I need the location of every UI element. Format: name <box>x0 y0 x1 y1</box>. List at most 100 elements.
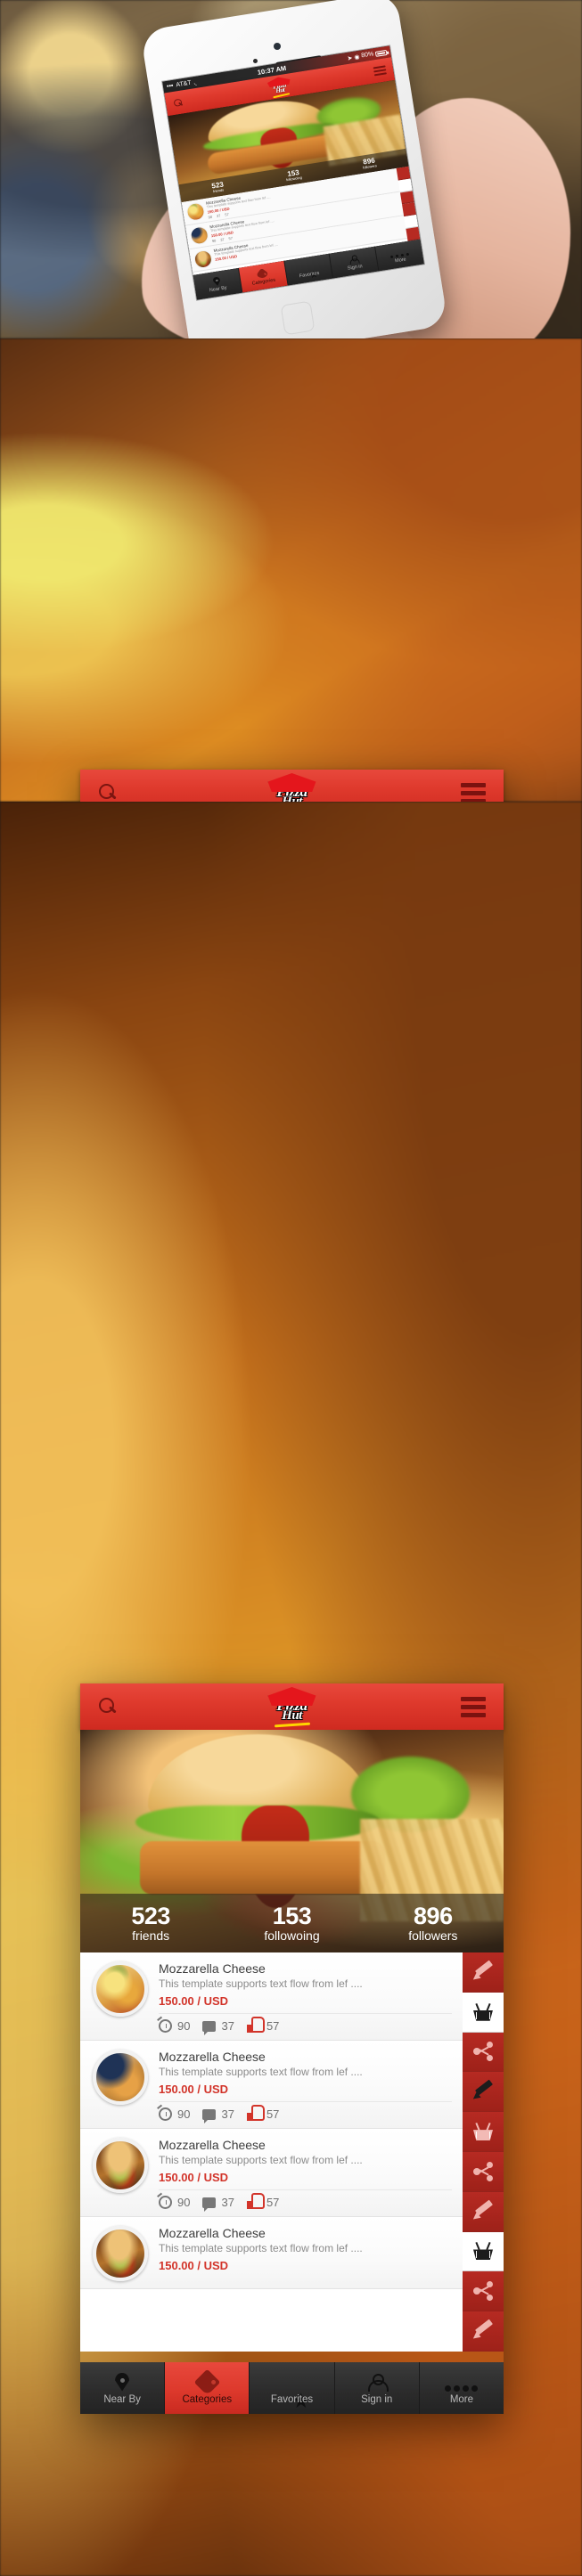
basket-action-button[interactable] <box>463 2112 504 2152</box>
location-pin-icon <box>115 2372 130 2392</box>
price-tag-icon <box>193 2368 221 2395</box>
logo-word-hut: Hut <box>282 1708 302 1723</box>
comment-bubble-icon <box>202 2197 217 2212</box>
sidebar-item-sign-in[interactable]: Sign in <box>334 2362 420 2414</box>
comment-count: 37 <box>221 2196 234 2209</box>
table-row[interactable]: Mozzarella Cheese This template supports… <box>80 1952 463 2041</box>
like-count: 57 <box>266 2019 280 2033</box>
stat-number: 896 <box>414 1903 453 1930</box>
proximity-sensor <box>252 59 258 63</box>
time-count: 90 <box>177 2196 191 2209</box>
edit-pencil-icon <box>471 2079 494 2102</box>
comment-stat: 37 <box>202 2107 234 2124</box>
star-icon: ★ <box>308 269 319 281</box>
edit-action-button[interactable] <box>463 2311 504 2352</box>
search-icon[interactable] <box>172 97 184 109</box>
item-description: This template supports text flow from le… <box>159 2154 363 2166</box>
item-meta: 90 37 57 <box>159 2189 452 2212</box>
sidebar-item-favorites[interactable]: ★ Favorites <box>250 2362 335 2414</box>
tab-label: Near By <box>103 2393 141 2405</box>
food-list-3[interactable]: Mozzarella Cheese This template supports… <box>80 1952 504 2352</box>
comment-count: 37 <box>219 237 225 242</box>
item-description: This template supports text flow from le… <box>159 1977 363 1990</box>
logo-roof-shape <box>267 773 316 792</box>
item-thumbnail <box>93 1961 148 2017</box>
sidebar-item-more[interactable]: More <box>419 2362 504 2414</box>
swipe-actions-column-3[interactable] <box>463 1952 504 2352</box>
carrier-label: AT&T <box>175 79 193 89</box>
search-icon[interactable] <box>98 1697 118 1716</box>
time-count: 90 <box>177 2107 191 2121</box>
list-rows-column[interactable]: Mozzarella Cheese This template supports… <box>80 1952 463 2352</box>
bottom-tab-bar-3[interactable]: Near By Categories ★ Favorites Sign in M… <box>80 2362 504 2414</box>
share-action-button[interactable] <box>463 2271 504 2312</box>
sidebar-item-near-by[interactable]: Near By <box>80 2362 166 2414</box>
time-count: 90 <box>211 238 217 244</box>
item-price: 150.00 / USD <box>159 2171 229 2184</box>
tab-label: More <box>394 257 407 265</box>
tab-label: Sign in <box>361 2393 393 2405</box>
comment-bubble-icon <box>202 2108 217 2124</box>
sidebar-item-categories[interactable]: Categories <box>165 2362 250 2414</box>
time-count: 90 <box>208 214 213 220</box>
comment-bubble-icon <box>202 2020 217 2035</box>
tab-label: Categories <box>251 277 276 287</box>
battery-icon <box>374 49 388 57</box>
like-count: 57 <box>228 235 234 241</box>
tab-label: More <box>449 2393 474 2405</box>
basket-action-button[interactable] <box>463 2231 504 2272</box>
hamburger-menu-icon[interactable] <box>461 782 486 802</box>
thumbs-up-icon <box>246 2017 265 2033</box>
stat-label: friends <box>132 1928 170 1943</box>
share-action-button[interactable] <box>463 2151 504 2192</box>
table-row[interactable]: Mozzarella Cheese This template supports… <box>80 2217 463 2289</box>
chicken-patty <box>139 1841 385 1895</box>
item-price: 150.00 / USD <box>159 1994 229 2008</box>
hero-mockup-panel: ▪▪▪ AT&T ◟ 10:37 AM ➤ ◉ 80% Pizza Hut <box>0 0 582 338</box>
edit-action-button[interactable] <box>463 2072 504 2113</box>
share-action-button[interactable] <box>463 2032 504 2073</box>
item-meta: 90 37 57 <box>159 2101 452 2124</box>
stat-followers: 896 followers <box>363 1903 504 1942</box>
item-description: This template supports text flow from le… <box>159 2066 363 2078</box>
home-button[interactable] <box>280 300 315 336</box>
item-description: This template supports text flow from le… <box>159 2242 363 2254</box>
item-title: Mozzarella Cheese <box>159 2226 266 2240</box>
pizza-hut-logo: Pizza Hut <box>259 1687 325 1728</box>
comment-count: 37 <box>216 213 221 219</box>
time-stat: 90 <box>159 2019 190 2033</box>
battery-percent-label: 80% <box>360 51 374 60</box>
dots-icon <box>389 246 410 259</box>
share-icon <box>473 2281 493 2302</box>
tab-label: Categories <box>182 2393 233 2405</box>
logo-yellow-swoosh <box>274 1722 310 1728</box>
item-thumbnail <box>93 2138 148 2193</box>
user-icon <box>348 254 358 265</box>
pizza-hut-logo: Pizza Hut <box>262 75 297 99</box>
social-stats-bar-3: 523 friends 153 followoing 896 followers <box>80 1894 504 1952</box>
stat-label: followers <box>408 1928 458 1943</box>
like-stat: 57 <box>246 2017 280 2033</box>
tab-label: Sign in <box>347 264 364 272</box>
search-icon[interactable] <box>98 783 118 802</box>
wifi-icon: ◟ <box>193 79 197 86</box>
hero-food-photo-3: 523 friends 153 followoing 896 followers <box>80 1730 504 1952</box>
edit-action-button[interactable] <box>463 1952 504 1993</box>
time-stat: 90 <box>159 2107 190 2121</box>
edit-action-button[interactable] <box>463 2191 504 2232</box>
food-list-screen-panel: Pizza Hut 523 friends 153 followoing <box>0 802 582 2576</box>
stat-number: 153 <box>272 1903 312 1930</box>
thumbs-up-icon <box>246 2105 265 2121</box>
basket-action-button[interactable] <box>463 1992 504 2033</box>
hamburger-menu-icon[interactable] <box>461 1696 486 1717</box>
table-row[interactable]: Mozzarella Cheese This template supports… <box>80 2129 463 2217</box>
share-icon <box>473 2042 493 2062</box>
table-row[interactable]: Mozzarella Cheese This template supports… <box>80 2041 463 2129</box>
stat-friends: 523 friends <box>80 1903 221 1942</box>
time-stat: 90 <box>159 2196 190 2209</box>
hamburger-menu-icon[interactable] <box>373 65 388 77</box>
stat-following: 153 followoing <box>221 1903 362 1942</box>
user-icon <box>368 2372 389 2392</box>
comment-count: 37 <box>221 2107 234 2121</box>
shopping-basket-icon <box>473 2002 493 2021</box>
